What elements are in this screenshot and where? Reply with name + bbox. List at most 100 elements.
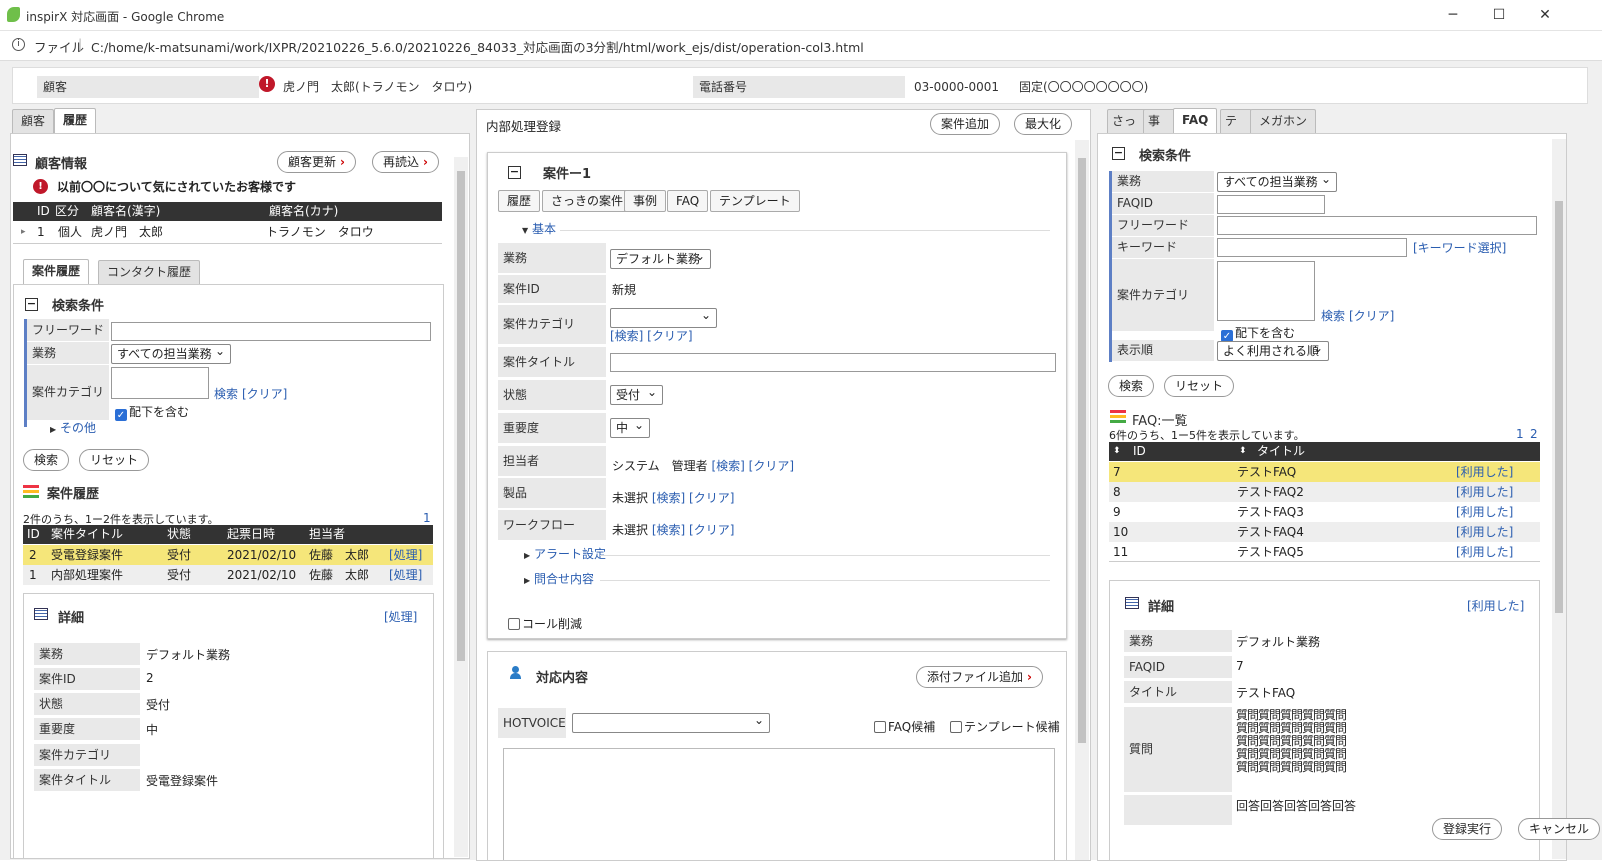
other-toggle[interactable]: ▶ その他 (50, 419, 96, 436)
include-sub-checkbox[interactable]: ✓ 配下を含む (1221, 324, 1295, 342)
hotvoice-select[interactable] (572, 711, 770, 733)
faq-row[interactable]: 7 テストFAQ [利用した] (1109, 462, 1540, 482)
checkbox-icon[interactable] (874, 721, 886, 733)
case-tab-template[interactable]: テンプレート (710, 190, 800, 212)
alert-toggle[interactable]: ▶ アラート設定 (524, 545, 606, 562)
assignee-links[interactable]: [検索] [クリア] (711, 459, 794, 473)
business-select[interactable]: すべての担当業務 (111, 342, 231, 364)
faqid-input[interactable] (1217, 195, 1325, 214)
workflow-links[interactable]: [検索] [クリア] (652, 523, 735, 537)
category-listbox[interactable] (1217, 261, 1315, 321)
faq-search-button[interactable]: 検索 (1108, 375, 1155, 397)
tab-faq[interactable]: FAQ (1173, 108, 1218, 134)
sort-icon[interactable]: ⬍ (1239, 442, 1247, 460)
maximize-button[interactable]: 最大化 (1014, 113, 1073, 135)
url-text[interactable]: C:/home/k-matsunami/work/IXPR/20210226_5… (91, 37, 864, 56)
case-tab-recent[interactable]: さっきの案件 (542, 190, 633, 212)
detail-process-link[interactable]: [処理] (384, 608, 417, 625)
close-icon[interactable]: ✕ (1522, 0, 1568, 31)
used-link[interactable]: [利用した] (1456, 462, 1513, 482)
collapse-icon[interactable]: − (508, 166, 521, 179)
category-search-link[interactable]: 検索 (1321, 307, 1345, 324)
tab-contact-history[interactable]: コンタクト履歴 (98, 260, 201, 284)
tab-example[interactable]: 事例 (1143, 109, 1175, 133)
used-link[interactable]: [利用した] (1456, 522, 1513, 542)
keyword-input[interactable] (1217, 238, 1407, 257)
response-textarea[interactable] (503, 748, 1055, 860)
inquiry-toggle[interactable]: ▶ 問合せ内容 (524, 570, 594, 587)
scroll-thumb[interactable] (1078, 158, 1086, 743)
faq-row[interactable]: 10 テストFAQ4 [利用した] (1109, 522, 1540, 542)
template-candidate-checkbox[interactable]: テンプレート候補 (950, 718, 1060, 735)
checkbox-icon[interactable] (508, 618, 520, 630)
faq-candidate-checkbox[interactable]: FAQ候補 (874, 718, 935, 735)
checkbox-icon[interactable] (950, 721, 962, 733)
business-select[interactable]: デフォルト業務 (610, 247, 711, 269)
case-tab-faq[interactable]: FAQ (667, 190, 709, 212)
category-clear-link[interactable]: [クリア] (242, 385, 287, 402)
category-clear-link[interactable]: [クリア] (1349, 307, 1394, 324)
freeword-input[interactable] (1217, 216, 1537, 235)
status-select[interactable]: 受付 (610, 383, 663, 405)
keyword-select-link[interactable]: [キーワード選択] (1413, 239, 1506, 256)
collapse-icon[interactable]: − (25, 298, 38, 311)
customer-update-button[interactable]: 顧客更新 › (277, 151, 356, 173)
business-select[interactable]: すべての担当業務 (1217, 170, 1337, 192)
page-link[interactable]: 1 (423, 511, 431, 525)
cancel-button[interactable]: キャンセル (1518, 818, 1601, 840)
page-link-2[interactable]: 2 (1530, 427, 1538, 441)
basic-toggle[interactable]: ▼ 基本 (522, 220, 556, 237)
tab-recent[interactable]: さっき (1107, 109, 1147, 133)
address-bar[interactable]: i ファイル | C:/home/k-matsunami/work/IXPR/2… (0, 31, 1602, 61)
case-title-input[interactable] (610, 353, 1056, 372)
faq-row[interactable]: 11 テストFAQ5 [利用した] (1109, 542, 1540, 562)
scroll-thumb[interactable] (1555, 201, 1563, 613)
faq-row[interactable]: 9 テストFAQ3 [利用した] (1109, 502, 1540, 522)
sort-icon[interactable]: ⬍ (1113, 442, 1121, 460)
collapse-icon[interactable]: − (1112, 147, 1125, 160)
process-link[interactable]: [処理] (389, 545, 422, 565)
category-search-link[interactable]: 検索 (214, 385, 238, 402)
minimize-icon[interactable]: ─ (1430, 0, 1476, 31)
register-button[interactable]: 登録実行 (1432, 818, 1503, 840)
expand-icon[interactable]: ▸ (21, 222, 26, 242)
product-links[interactable]: [検索] [クリア] (652, 491, 735, 505)
add-case-button[interactable]: 案件追加 (930, 113, 1001, 135)
priority-select[interactable]: 中 (610, 416, 650, 438)
category-listbox[interactable] (111, 367, 209, 399)
freeword-input[interactable] (111, 322, 431, 341)
checkbox-checked-icon[interactable]: ✓ (115, 409, 127, 421)
case-tab-history[interactable]: 履歴 (498, 190, 541, 212)
include-sub-checkbox[interactable]: ✓ 配下を含む (115, 403, 189, 421)
tab-case-history[interactable]: 案件履歴 (23, 259, 90, 285)
history-row[interactable]: 2 受電登録案件 受付 2021/02/10 佐藤 太郎 [処理] (23, 545, 433, 565)
attach-file-button[interactable]: 添付ファイル追加 › (916, 666, 1043, 688)
order-select[interactable]: よく利用される順 (1217, 339, 1329, 361)
right-scrollbar[interactable] (1552, 139, 1566, 859)
category-select[interactable] (610, 306, 717, 328)
tab-megaphone[interactable]: メガホン (1250, 109, 1317, 133)
reset-button[interactable]: リセット (79, 449, 150, 471)
faq-row[interactable]: 8 テストFAQ2 [利用した] (1109, 482, 1540, 502)
history-row[interactable]: 1 内部処理案件 受付 2021/02/10 佐藤 太郎 [処理] (23, 565, 433, 585)
case-tab-example[interactable]: 事例 (624, 190, 667, 212)
tab-customer[interactable]: 顧客 (12, 109, 55, 133)
used-link[interactable]: [利用した] (1456, 502, 1513, 522)
scroll-thumb[interactable] (457, 171, 465, 661)
left-scrollbar[interactable] (454, 157, 468, 857)
search-button[interactable]: 検索 (23, 449, 70, 471)
reload-button[interactable]: 再読込 › (372, 151, 439, 173)
tab-template[interactable]: テンプ (1220, 109, 1252, 133)
page-link-1[interactable]: 1 (1516, 427, 1524, 441)
faq-reset-button[interactable]: リセット (1164, 375, 1235, 397)
customer-row[interactable]: ▸ 1 個人 虎ノ門 太郎 トラノモン タロウ (13, 222, 442, 244)
process-link[interactable]: [処理] (389, 565, 422, 585)
maximize-icon[interactable]: ☐ (1476, 0, 1522, 31)
category-links[interactable]: [検索] [クリア] (610, 327, 693, 344)
used-link[interactable]: [利用した] (1456, 542, 1513, 562)
tab-history[interactable]: 履歴 (54, 108, 97, 134)
detail-used-link[interactable]: [利用した] (1467, 597, 1524, 614)
used-link[interactable]: [利用した] (1456, 482, 1513, 502)
center-scrollbar[interactable] (1075, 140, 1089, 860)
call-reduce-checkbox[interactable]: コール削減 (508, 615, 582, 632)
